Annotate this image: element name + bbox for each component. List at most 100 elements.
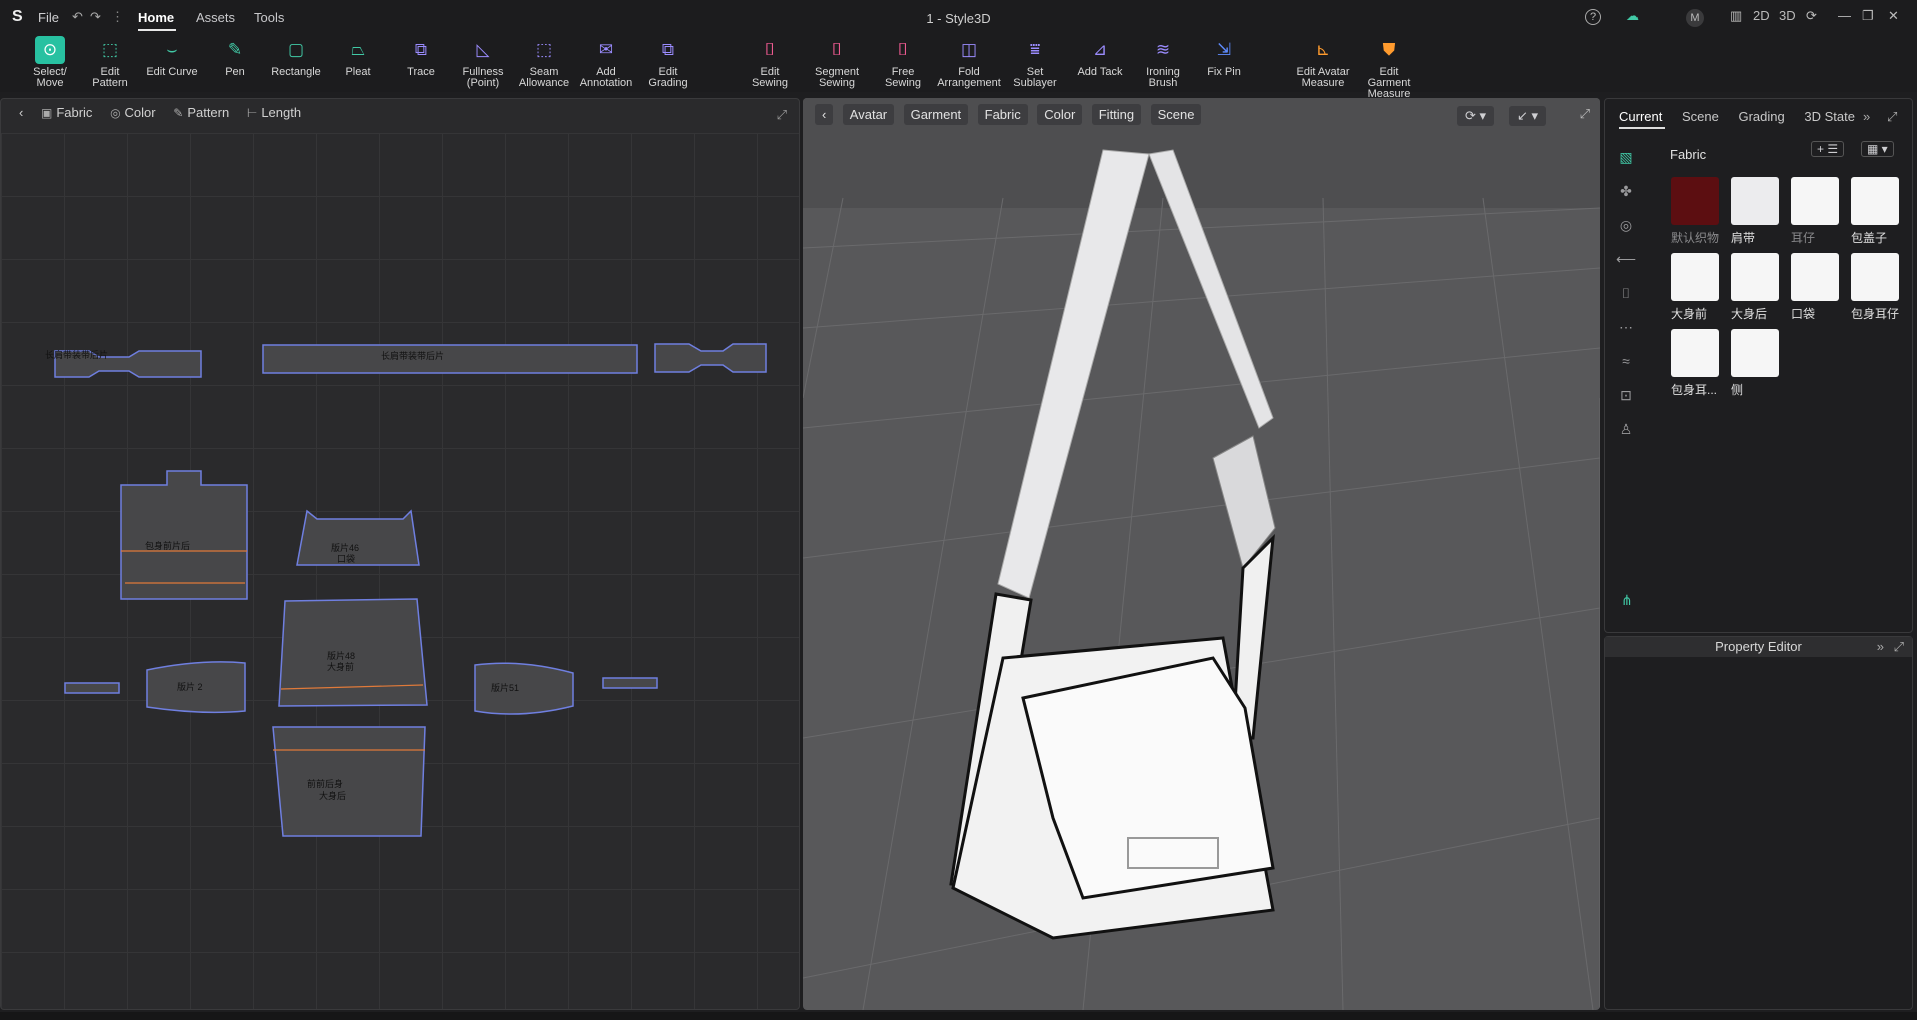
camera-mode-dropdown[interactable]: ⟳ ▾ — [1457, 106, 1495, 126]
toolbar-button-14[interactable]: ◫ Fold Arrangement — [937, 36, 1001, 89]
undo-icon[interactable]: ↶ — [72, 9, 83, 25]
pattern-back-icon[interactable]: ‹ — [19, 105, 23, 120]
tab-scene[interactable]: Scene — [1150, 104, 1202, 125]
toolbar-button-2[interactable]: ⌣ Edit Curve — [140, 36, 204, 78]
toolbar-button-9[interactable]: ✉ Add Annotation — [574, 36, 638, 89]
tab-fitting[interactable]: Fitting — [1091, 104, 1142, 125]
trims-category-icon[interactable]: ✤ — [1615, 183, 1637, 217]
zipper-category-icon[interactable]: ⌷ — [1615, 285, 1637, 319]
fabric-swatch[interactable] — [1731, 177, 1779, 225]
topstitch-category-icon[interactable]: ⟵ — [1615, 251, 1637, 285]
tab-pattern-length[interactable]: ⊢ Length — [247, 105, 301, 120]
fabric-swatch[interactable] — [1851, 253, 1899, 301]
tab-pattern-color[interactable]: ◎ Color — [110, 105, 156, 120]
panel-expand-icon[interactable]: ⤢ — [1887, 109, 1897, 125]
toolbar-button-0[interactable]: ⊙ Select/Move — [18, 36, 82, 89]
more-menu-icon[interactable]: ⋮ — [111, 9, 124, 25]
toolbar-button-1[interactable]: ⬚ Edit Pattern — [78, 36, 142, 89]
pattern-2d-panel[interactable]: 长肩带装带后片 长肩带装带后片 包身前片后 版片46 口袋 版片48 大身前 版… — [0, 98, 800, 1010]
fabric-item[interactable]: 包身耳仔 — [1851, 253, 1899, 322]
tab-view-color[interactable]: Color — [1037, 104, 1083, 125]
pattern-expand-icon[interactable]: ⤢ — [777, 107, 787, 123]
fabric-item[interactable]: 耳仔 — [1791, 177, 1839, 246]
tab-pattern-pattern[interactable]: ✎ Pattern — [173, 105, 229, 120]
fabric-swatch[interactable] — [1791, 177, 1839, 225]
fabric-item[interactable]: 侧 — [1731, 329, 1779, 398]
menu-file[interactable]: File — [38, 10, 59, 25]
toolbar-button-4[interactable]: ▢ Rectangle — [264, 36, 328, 78]
toolbar-button-11[interactable]: ⌷ Edit Sewing — [738, 36, 802, 89]
mode-2d-button[interactable]: 2D — [1753, 8, 1770, 23]
toolbar-button-3[interactable]: ✎ Pen — [203, 36, 267, 78]
seam-category-icon[interactable]: ⋯ — [1615, 319, 1637, 353]
mode-3d-button[interactable]: 3D — [1779, 8, 1796, 23]
grid-view-dropdown[interactable]: ▦ ▾ — [1861, 141, 1894, 157]
tab-current[interactable]: Current — [1619, 109, 1662, 124]
ironing-icon: ≋ — [1155, 40, 1171, 59]
fabric-swatch[interactable] — [1731, 329, 1779, 377]
cloud-sync-icon[interactable]: ☁ — [1626, 8, 1639, 24]
refresh-icon[interactable]: ⟳ — [1806, 8, 1817, 24]
add-fabric-button[interactable]: + ☰ — [1811, 141, 1845, 157]
menu-assets[interactable]: Assets — [196, 10, 235, 25]
bag-model[interactable] — [803, 98, 1600, 1010]
menu-home[interactable]: Home — [138, 10, 174, 25]
fabric-item[interactable]: 大身后 — [1731, 253, 1779, 322]
toolbar-button-7[interactable]: ◺ Fullness (Point) — [451, 36, 515, 89]
toolbar-button-5[interactable]: ⏢ Pleat — [326, 36, 390, 78]
property-more-icon[interactable]: » — [1877, 639, 1884, 654]
minimize-icon[interactable]: — — [1838, 8, 1851, 23]
buttons-category-icon[interactable]: ◎ — [1615, 217, 1637, 251]
toolbar-button-12[interactable]: ⌷ Segment Sewing — [805, 36, 869, 89]
tab-garment[interactable]: Garment — [903, 104, 969, 125]
fabric-swatch[interactable] — [1731, 253, 1779, 301]
viewport-expand-icon[interactable]: ⤢ — [1580, 106, 1590, 122]
tab-grading[interactable]: Grading — [1738, 109, 1784, 124]
fabric-item[interactable]: 包盖子 — [1851, 177, 1899, 246]
tab-pattern-fabric[interactable]: ▣ Fabric — [41, 105, 92, 120]
viewport-3d[interactable]: ‹ Avatar Garment Fabric Color Fitting Sc… — [803, 98, 1600, 1010]
fabric-item[interactable]: 肩带 — [1731, 177, 1779, 246]
fabric-swatch[interactable] — [1671, 329, 1719, 377]
restore-icon[interactable]: ❐ — [1862, 8, 1874, 24]
toolbar-button-18[interactable]: ⇲ Fix Pin — [1192, 36, 1256, 78]
more-tabs-icon[interactable]: » — [1863, 109, 1870, 124]
fold-category-icon[interactable]: ⊡ — [1615, 387, 1637, 421]
redo-icon[interactable]: ↷ — [90, 9, 101, 25]
fabric-item[interactable]: 包身耳... — [1671, 329, 1719, 398]
close-icon[interactable]: ✕ — [1888, 8, 1899, 24]
help-icon[interactable]: ? — [1585, 9, 1601, 25]
fabric-item[interactable]: 默认织物 — [1671, 177, 1719, 246]
toolbar-button-15[interactable]: ⩸ Set Sublayer — [1003, 36, 1067, 89]
user-avatar[interactable]: M — [1686, 9, 1704, 27]
pattern-canvas[interactable]: 长肩带装带后片 长肩带装带后片 包身前片后 版片46 口袋 版片48 大身前 版… — [1, 99, 800, 1010]
layout-icon[interactable]: ▥ — [1730, 8, 1742, 24]
toolbar-button-16[interactable]: ⊿ Add Tack — [1068, 36, 1132, 78]
toolbar-button-10[interactable]: ⧉ Edit Grading — [636, 36, 700, 89]
fabric-swatch[interactable] — [1791, 253, 1839, 301]
tab-view-fabric[interactable]: Fabric — [977, 104, 1028, 125]
tab-scene-list[interactable]: Scene — [1682, 109, 1719, 124]
stitch-category-icon[interactable]: ≈ — [1615, 353, 1637, 387]
toolbar-button-20[interactable]: ⛊ Edit Garment Measure — [1357, 36, 1421, 100]
property-expand-icon[interactable]: ⤢ — [1894, 639, 1904, 655]
toolbar-button-8[interactable]: ⬚ Seam Allowance — [512, 36, 576, 89]
fabric-swatch[interactable] — [1671, 177, 1719, 225]
fabric-category-icon[interactable]: ▧ — [1615, 149, 1637, 183]
pattern-label: 大身后 — [319, 790, 346, 801]
fabric-item[interactable]: 大身前 — [1671, 253, 1719, 322]
tab-avatar[interactable]: Avatar — [842, 104, 895, 125]
menu-tools[interactable]: Tools — [254, 10, 284, 25]
graph-icon[interactable]: ⋔ — [1621, 592, 1633, 609]
toolbar-button-6[interactable]: ⧉ Trace — [389, 36, 453, 78]
toolbar-button-17[interactable]: ≋ Ironing Brush — [1131, 36, 1195, 89]
fabric-swatch[interactable] — [1851, 177, 1899, 225]
viewport-back-icon[interactable]: ‹ — [815, 104, 834, 125]
fabric-swatch[interactable] — [1671, 253, 1719, 301]
view-mode-dropdown[interactable]: ↙ ▾ — [1509, 106, 1547, 126]
avatar-category-icon[interactable]: ♙ — [1615, 421, 1637, 455]
toolbar-button-13[interactable]: ⌷ Free Sewing — [871, 36, 935, 89]
fabric-item[interactable]: 口袋 — [1791, 253, 1839, 322]
tab-3d-state[interactable]: 3D State — [1804, 109, 1855, 124]
toolbar-button-19[interactable]: ⊾ Edit Avatar Measure — [1291, 36, 1355, 89]
